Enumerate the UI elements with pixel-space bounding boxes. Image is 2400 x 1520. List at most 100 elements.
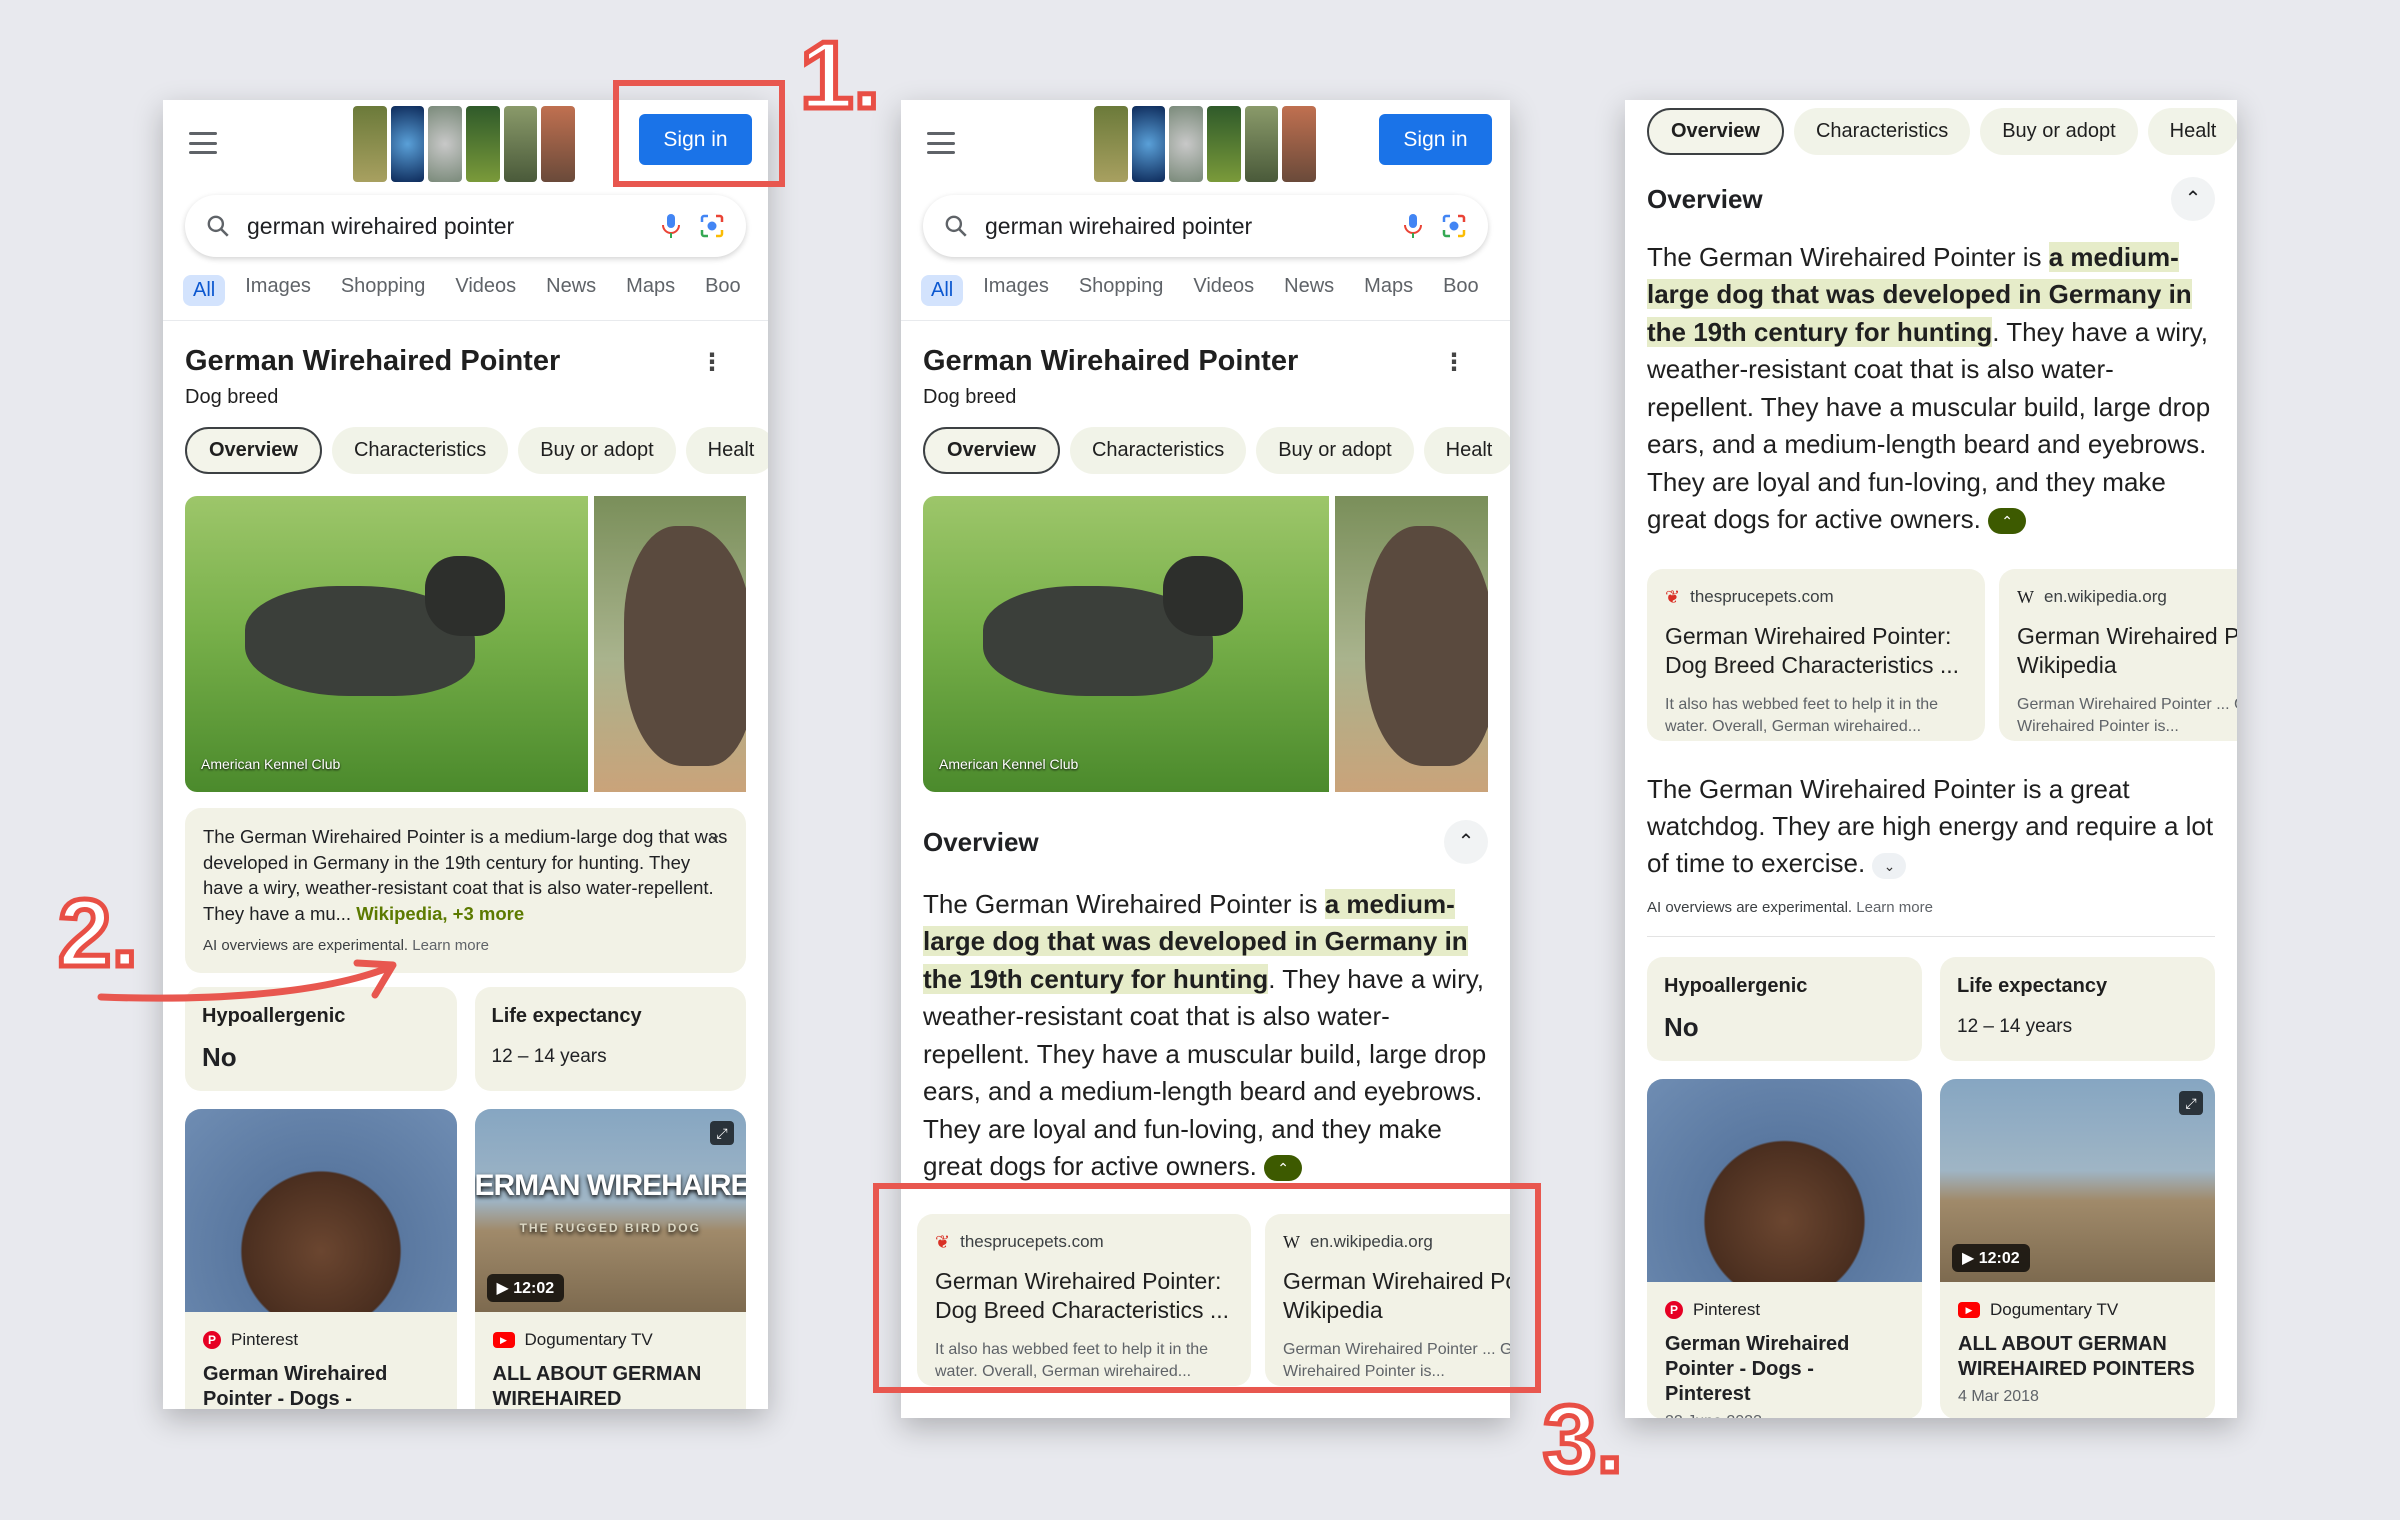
chevron-up-icon[interactable]: ⌃ <box>2171 177 2215 221</box>
tab-news[interactable]: News <box>546 275 596 306</box>
lens-camera-icon[interactable] <box>698 212 726 240</box>
tab-images[interactable]: Images <box>983 275 1049 306</box>
chevron-down-icon[interactable]: ⌄ <box>707 822 722 847</box>
ai-summary-card[interactable]: ⌄ The German Wirehaired Pointer is a med… <box>185 808 746 973</box>
sources-link[interactable]: Wikipedia, +3 more <box>356 903 524 924</box>
experimental-label: AI overviews are experimental. <box>1647 898 1853 916</box>
overview-header: Overview ⌃ <box>901 792 1510 864</box>
menu-icon[interactable] <box>927 132 955 154</box>
microphone-icon[interactable] <box>660 212 682 240</box>
fact-life-expectancy[interactable]: Life expectancy 12 – 14 years <box>1940 956 2215 1061</box>
fact-life-expectancy[interactable]: Life expectancy 12 – 14 years <box>474 986 746 1091</box>
dog-image-secondary[interactable] <box>594 496 746 792</box>
source-snippet: German Wirehaired Pointer ... German Wir… <box>2017 695 2237 736</box>
tab-books[interactable]: Boo <box>1443 275 1479 306</box>
source-site: ❦ thesprucepets.com <box>1665 587 1967 608</box>
source-title: German Wirehaired Pointer: Dog Breed Cha… <box>1665 622 1960 678</box>
more-options-icon[interactable]: ⋮ <box>700 351 724 375</box>
source-cards: ❦ thesprucepets.com German Wirehaired Poi… <box>1625 539 2237 741</box>
tab-all[interactable]: All <box>921 275 964 306</box>
fact-label: Life expectancy <box>491 1004 642 1027</box>
chip-characteristics[interactable]: Characteristics <box>1793 108 1971 155</box>
result-source: ▶ Dogumentary TV <box>1940 1282 2215 1320</box>
search-icon <box>945 215 967 237</box>
page-title: German Wirehaired Pointer <box>185 345 561 377</box>
video-thumbnail: ERMAN WIREHAIRED POINTE THE RUGGED BIRD … <box>474 1108 747 1312</box>
dog-image-main[interactable]: American Kennel Club <box>923 496 1330 792</box>
wikipedia-icon: W <box>2017 586 2034 607</box>
result-card-dogumentary[interactable]: ⤢ ▶ 12:02 ▶ Dogumentary TV ALL ABOUT GERM… <box>1940 1078 2215 1418</box>
image-gallery: American Kennel Club <box>901 474 1510 792</box>
dog-image-secondary[interactable] <box>1335 496 1488 792</box>
dog-image-main[interactable]: American Kennel Club <box>185 496 589 792</box>
video-results: P Pinterest German Wirehaired Pointer - D… <box>1625 1061 2237 1418</box>
tab-maps[interactable]: Maps <box>1364 275 1413 306</box>
chip-characteristics[interactable]: Characteristics <box>331 427 509 474</box>
expand-icon[interactable]: ⤢ <box>2179 1090 2203 1115</box>
learn-more-link[interactable]: Learn more <box>1856 899 1933 916</box>
search-input[interactable]: german wirehaired pointer <box>247 213 644 240</box>
fact-hypoallergenic[interactable]: Hypoallergenic No <box>1647 956 1922 1061</box>
chip-overview[interactable]: Overview <box>185 427 322 474</box>
tab-videos[interactable]: Videos <box>1193 275 1254 306</box>
chip-health[interactable]: Healt <box>1423 427 1510 474</box>
search-tabs: All Images Shopping Videos News Maps Boo <box>901 257 1510 306</box>
tab-all[interactable]: All <box>183 275 226 306</box>
google-doodle-logo[interactable] <box>1094 106 1317 182</box>
result-card-dogumentary[interactable]: ERMAN WIREHAIRED POINTE THE RUGGED BIRD … <box>474 1108 747 1409</box>
fact-value: 12 – 14 years <box>491 1045 607 1067</box>
facts-row: Hypoallergenic No Life expectancy 12 – 14 … <box>1625 937 2237 1061</box>
chip-buy-or-adopt[interactable]: Buy or adopt <box>1980 108 2138 155</box>
pinterest-icon: P <box>1665 1300 1683 1319</box>
result-card-pinterest[interactable]: P Pinterest German Wirehaired Pointer - D… <box>1647 1078 1922 1418</box>
tab-images[interactable]: Images <box>245 275 311 306</box>
knowledge-panel-subtitle: Dog breed <box>923 386 1017 408</box>
tab-books[interactable]: Boo <box>705 275 741 306</box>
overview-text: The German Wirehaired Pointer is a mediu… <box>901 864 1510 1186</box>
collapse-chevron-icon[interactable]: ⌃ <box>1264 1155 1303 1182</box>
source-name: Dogumentary TV <box>524 1329 653 1349</box>
tab-videos[interactable]: Videos <box>455 275 516 306</box>
chip-buy-or-adopt[interactable]: Buy or adopt <box>1256 427 1414 474</box>
source-card-wikipedia[interactable]: Wen.wikipedia.org German Wirehaired Poin… <box>1999 568 2237 741</box>
chip-buy-or-adopt[interactable]: Buy or adopt <box>518 427 676 474</box>
source-card-sprucepets[interactable]: ❦ thesprucepets.com German Wirehaired Poi… <box>1647 568 1985 741</box>
source-name: Pinterest <box>231 1329 299 1349</box>
tab-shopping[interactable]: Shopping <box>1079 275 1164 306</box>
chip-health[interactable]: Healt <box>2147 108 2237 155</box>
expand-icon[interactable]: ⤢ <box>710 1120 734 1145</box>
chip-health[interactable]: Healt <box>685 427 768 474</box>
chip-characteristics[interactable]: Characteristics <box>1069 427 1247 474</box>
microphone-icon[interactable] <box>1402 212 1424 240</box>
learn-more-link[interactable]: Learn more <box>412 937 489 954</box>
collapse-chevron-icon[interactable]: ⌃ <box>1988 508 2027 535</box>
expand-chevron-icon[interactable]: ⌄ <box>1872 852 1907 879</box>
tab-news[interactable]: News <box>1284 275 1334 306</box>
duration-badge: ▶ 12:02 <box>1952 1243 2030 1272</box>
source-domain: en.wikipedia.org <box>2044 587 2167 606</box>
youtube-icon: ▶ <box>492 1331 515 1348</box>
chip-overview[interactable]: Overview <box>923 427 1060 474</box>
knowledge-panel-title: German Wirehaired Pointer ⋮ <box>163 321 768 378</box>
tab-maps[interactable]: Maps <box>626 275 675 306</box>
search-bar[interactable]: german wirehaired pointer <box>185 195 746 257</box>
search-input[interactable]: german wirehaired pointer <box>985 213 1386 240</box>
overview-heading: Overview <box>1647 183 1763 214</box>
topic-chips: Overview Characteristics Buy or adopt He… <box>1625 100 2237 155</box>
google-doodle-logo[interactable] <box>353 106 576 182</box>
overview-rest: . They have a wiry, weather-resistant co… <box>1647 316 2211 535</box>
chip-overview[interactable]: Overview <box>1647 108 1784 155</box>
tab-shopping[interactable]: Shopping <box>341 275 426 306</box>
more-options-icon[interactable]: ⋮ <box>1442 351 1466 375</box>
result-card-pinterest[interactable]: P Pinterest German Wirehaired Pointer - D… <box>185 1108 457 1409</box>
sign-in-button[interactable]: Sign in <box>1379 114 1492 165</box>
chevron-up-icon[interactable]: ⌃ <box>1444 820 1488 864</box>
knowledge-panel-subtitle: Dog breed <box>185 386 279 408</box>
search-bar[interactable]: german wirehaired pointer <box>923 195 1488 257</box>
menu-icon[interactable] <box>189 132 217 154</box>
thumbnail-overlay-text: ERMAN WIREHAIRED POINTE <box>474 1168 747 1202</box>
source-site: Wen.wikipedia.org <box>2017 587 2237 608</box>
result-title: ALL ABOUT GERMAN WIREHAIRED POINTERS <box>492 1362 702 1409</box>
dog-figure <box>624 526 746 766</box>
lens-camera-icon[interactable] <box>1440 212 1468 240</box>
